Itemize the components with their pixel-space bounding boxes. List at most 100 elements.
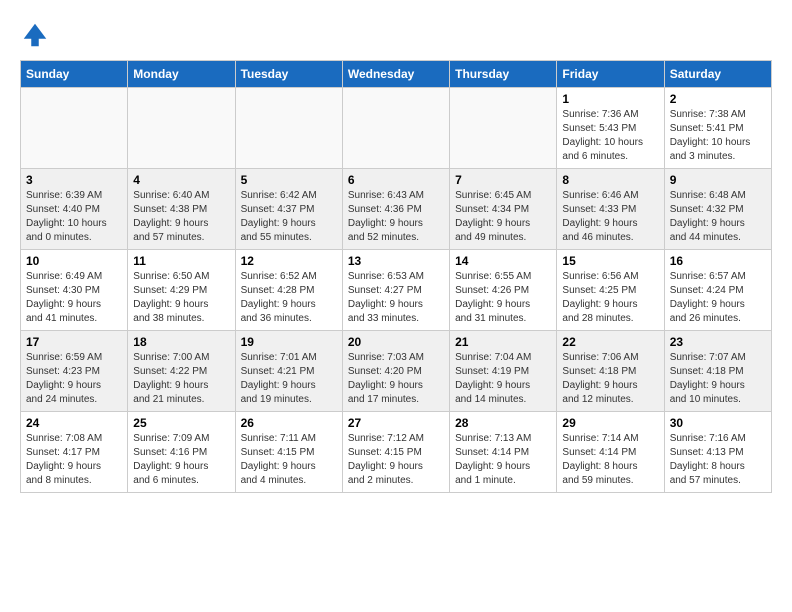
day-info: Sunrise: 6:53 AM Sunset: 4:27 PM Dayligh… <box>348 270 444 326</box>
day-number: 26 <box>241 416 337 430</box>
calendar-cell: 9 Sunrise: 6:48 AM Sunset: 4:32 PM Daylig… <box>664 169 771 250</box>
day-info: Sunrise: 6:57 AM Sunset: 4:24 PM Dayligh… <box>670 270 766 326</box>
day-number: 10 <box>26 254 122 268</box>
calendar-cell <box>235 88 342 169</box>
calendar-header-friday: Friday <box>557 61 664 88</box>
calendar-cell <box>128 88 235 169</box>
day-number: 15 <box>562 254 658 268</box>
day-info: Sunrise: 7:00 AM Sunset: 4:22 PM Dayligh… <box>133 351 229 407</box>
calendar-week-2: 3Sunrise: 6:39 AM Sunset: 4:40 PM Daylig… <box>21 169 772 250</box>
calendar-cell: 14 Sunrise: 6:55 AM Sunset: 4:26 PM Dayli… <box>450 250 557 331</box>
day-number: 23 <box>670 335 766 349</box>
day-number: 9 <box>670 173 766 187</box>
calendar-cell: 16 Sunrise: 6:57 AM Sunset: 4:24 PM Dayli… <box>664 250 771 331</box>
day-info: Sunrise: 6:46 AM Sunset: 4:33 PM Dayligh… <box>562 189 658 245</box>
calendar-cell: 10 Sunrise: 6:49 AM Sunset: 4:30 PM Dayli… <box>21 250 128 331</box>
day-info: Sunrise: 7:07 AM Sunset: 4:18 PM Dayligh… <box>670 351 766 407</box>
calendar-cell: 15 Sunrise: 6:56 AM Sunset: 4:25 PM Dayli… <box>557 250 664 331</box>
calendar-cell: 21Sunrise: 7:04 AM Sunset: 4:19 PM Dayli… <box>450 331 557 412</box>
day-info: Sunrise: 7:38 AM Sunset: 5:41 PM Dayligh… <box>670 108 766 164</box>
calendar-cell: 7 Sunrise: 6:45 AM Sunset: 4:34 PM Daylig… <box>450 169 557 250</box>
calendar-cell: 13 Sunrise: 6:53 AM Sunset: 4:27 PM Dayli… <box>342 250 449 331</box>
day-number: 20 <box>348 335 444 349</box>
day-info: Sunrise: 7:14 AM Sunset: 4:14 PM Dayligh… <box>562 432 658 488</box>
calendar-cell: 8Sunrise: 6:46 AM Sunset: 4:33 PM Daylig… <box>557 169 664 250</box>
day-info: Sunrise: 6:55 AM Sunset: 4:26 PM Dayligh… <box>455 270 551 326</box>
day-number: 29 <box>562 416 658 430</box>
day-info: Sunrise: 6:48 AM Sunset: 4:32 PM Dayligh… <box>670 189 766 245</box>
day-info: Sunrise: 6:49 AM Sunset: 4:30 PM Dayligh… <box>26 270 122 326</box>
calendar-cell: 18 Sunrise: 7:00 AM Sunset: 4:22 PM Dayli… <box>128 331 235 412</box>
day-number: 2 <box>670 92 766 106</box>
day-info: Sunrise: 6:59 AM Sunset: 4:23 PM Dayligh… <box>26 351 122 407</box>
day-number: 7 <box>455 173 551 187</box>
calendar-cell: 24 Sunrise: 7:08 AM Sunset: 4:17 PM Dayli… <box>21 412 128 493</box>
day-info: Sunrise: 7:36 AM Sunset: 5:43 PM Dayligh… <box>562 108 658 164</box>
day-number: 22 <box>562 335 658 349</box>
day-info: Sunrise: 6:45 AM Sunset: 4:34 PM Dayligh… <box>455 189 551 245</box>
calendar-cell <box>450 88 557 169</box>
calendar-cell: 27Sunrise: 7:12 AM Sunset: 4:15 PM Dayli… <box>342 412 449 493</box>
day-info: Sunrise: 7:03 AM Sunset: 4:20 PM Dayligh… <box>348 351 444 407</box>
logo-icon <box>20 20 50 50</box>
day-number: 1 <box>562 92 658 106</box>
day-number: 19 <box>241 335 337 349</box>
calendar-cell: 25Sunrise: 7:09 AM Sunset: 4:16 PM Dayli… <box>128 412 235 493</box>
day-number: 12 <box>241 254 337 268</box>
calendar-header-tuesday: Tuesday <box>235 61 342 88</box>
logo <box>20 20 56 50</box>
calendar-cell: 30 Sunrise: 7:16 AM Sunset: 4:13 PM Dayli… <box>664 412 771 493</box>
day-info: Sunrise: 6:43 AM Sunset: 4:36 PM Dayligh… <box>348 189 444 245</box>
day-number: 14 <box>455 254 551 268</box>
day-info: Sunrise: 7:12 AM Sunset: 4:15 PM Dayligh… <box>348 432 444 488</box>
calendar-cell: 26 Sunrise: 7:11 AM Sunset: 4:15 PM Dayli… <box>235 412 342 493</box>
day-number: 11 <box>133 254 229 268</box>
day-info: Sunrise: 7:16 AM Sunset: 4:13 PM Dayligh… <box>670 432 766 488</box>
calendar-cell: 19 Sunrise: 7:01 AM Sunset: 4:21 PM Dayli… <box>235 331 342 412</box>
calendar-cell: 20 Sunrise: 7:03 AM Sunset: 4:20 PM Dayli… <box>342 331 449 412</box>
calendar-week-4: 17Sunrise: 6:59 AM Sunset: 4:23 PM Dayli… <box>21 331 772 412</box>
calendar-cell: 11 Sunrise: 6:50 AM Sunset: 4:29 PM Dayli… <box>128 250 235 331</box>
day-number: 16 <box>670 254 766 268</box>
calendar-cell <box>342 88 449 169</box>
day-info: Sunrise: 6:42 AM Sunset: 4:37 PM Dayligh… <box>241 189 337 245</box>
calendar-cell: 28Sunrise: 7:13 AM Sunset: 4:14 PM Dayli… <box>450 412 557 493</box>
day-number: 18 <box>133 335 229 349</box>
calendar-cell: 1 Sunrise: 7:36 AM Sunset: 5:43 PM Daylig… <box>557 88 664 169</box>
calendar-header-thursday: Thursday <box>450 61 557 88</box>
calendar-table: SundayMondayTuesdayWednesdayThursdayFrid… <box>20 60 772 493</box>
calendar-cell: 6Sunrise: 6:43 AM Sunset: 4:36 PM Daylig… <box>342 169 449 250</box>
day-number: 30 <box>670 416 766 430</box>
day-info: Sunrise: 7:08 AM Sunset: 4:17 PM Dayligh… <box>26 432 122 488</box>
day-number: 28 <box>455 416 551 430</box>
calendar-cell: 29 Sunrise: 7:14 AM Sunset: 4:14 PM Dayli… <box>557 412 664 493</box>
day-info: Sunrise: 6:39 AM Sunset: 4:40 PM Dayligh… <box>26 189 122 245</box>
day-number: 24 <box>26 416 122 430</box>
day-info: Sunrise: 6:56 AM Sunset: 4:25 PM Dayligh… <box>562 270 658 326</box>
calendar-header-sunday: Sunday <box>21 61 128 88</box>
calendar-header-wednesday: Wednesday <box>342 61 449 88</box>
calendar-cell: 3Sunrise: 6:39 AM Sunset: 4:40 PM Daylig… <box>21 169 128 250</box>
calendar-cell: 23 Sunrise: 7:07 AM Sunset: 4:18 PM Dayli… <box>664 331 771 412</box>
day-info: Sunrise: 7:01 AM Sunset: 4:21 PM Dayligh… <box>241 351 337 407</box>
calendar-cell: 2 Sunrise: 7:38 AM Sunset: 5:41 PM Daylig… <box>664 88 771 169</box>
calendar-header-row: SundayMondayTuesdayWednesdayThursdayFrid… <box>21 61 772 88</box>
day-info: Sunrise: 6:52 AM Sunset: 4:28 PM Dayligh… <box>241 270 337 326</box>
day-number: 21 <box>455 335 551 349</box>
calendar-cell: 12 Sunrise: 6:52 AM Sunset: 4:28 PM Dayli… <box>235 250 342 331</box>
calendar-cell: 5Sunrise: 6:42 AM Sunset: 4:37 PM Daylig… <box>235 169 342 250</box>
calendar-cell <box>21 88 128 169</box>
calendar-cell: 22 Sunrise: 7:06 AM Sunset: 4:18 PM Dayli… <box>557 331 664 412</box>
calendar-header-monday: Monday <box>128 61 235 88</box>
day-number: 13 <box>348 254 444 268</box>
calendar-cell: 17Sunrise: 6:59 AM Sunset: 4:23 PM Dayli… <box>21 331 128 412</box>
calendar-cell: 4Sunrise: 6:40 AM Sunset: 4:38 PM Daylig… <box>128 169 235 250</box>
day-number: 25 <box>133 416 229 430</box>
day-info: Sunrise: 6:40 AM Sunset: 4:38 PM Dayligh… <box>133 189 229 245</box>
page-header <box>20 20 772 50</box>
day-info: Sunrise: 7:11 AM Sunset: 4:15 PM Dayligh… <box>241 432 337 488</box>
day-info: Sunrise: 7:06 AM Sunset: 4:18 PM Dayligh… <box>562 351 658 407</box>
day-info: Sunrise: 6:50 AM Sunset: 4:29 PM Dayligh… <box>133 270 229 326</box>
calendar-week-3: 10 Sunrise: 6:49 AM Sunset: 4:30 PM Dayli… <box>21 250 772 331</box>
calendar-header-saturday: Saturday <box>664 61 771 88</box>
